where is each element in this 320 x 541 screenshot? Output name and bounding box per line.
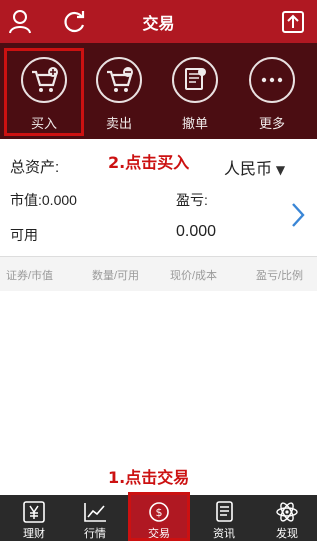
sell-cart-icon	[96, 57, 142, 103]
chart-icon	[84, 503, 106, 522]
available-label: 可用	[10, 227, 38, 243]
trade-highlight-box	[128, 492, 190, 541]
buy-highlight-box	[4, 48, 84, 136]
tab-news[interactable]: 资讯	[193, 495, 255, 541]
available-value: 0.000	[176, 223, 217, 240]
cancel-order-button[interactable]: 撤单	[164, 51, 226, 133]
tab-label: 发现	[276, 528, 298, 540]
cancel-order-label: 撤单	[181, 116, 208, 131]
trade-screen: 交易 买入 卖出 撤单 更多 总资产: 2.点击买入 人民币 ▼ 市值:0.00…	[0, 0, 317, 541]
yen-icon	[23, 501, 45, 523]
holdings-list	[0, 291, 317, 491]
atom-icon	[276, 502, 298, 522]
dropdown-arrow-icon: ▼	[272, 163, 286, 177]
column-header: 现价/成本	[170, 270, 218, 282]
top-bar: 交易	[0, 0, 317, 43]
holdings-table-header: 证券/市值 数量/可用 现价/成本 盈亏/比例	[0, 257, 317, 291]
market-value: 市值:0.000	[10, 192, 77, 208]
more-label: 更多	[258, 116, 285, 131]
sell-button[interactable]: 卖出	[88, 51, 150, 133]
more-icon	[249, 57, 295, 103]
asset-summary: 总资产: 2.点击买入 人民币 ▼ 市值:0.000 盈亏: 可用 0.000	[0, 139, 317, 269]
chevron-right-icon[interactable]	[290, 201, 306, 229]
currency-label: 人民币	[224, 161, 273, 178]
tab-label: 理财	[23, 528, 45, 540]
column-header: 数量/可用	[92, 270, 140, 282]
step2-annotation: 2.点击买入	[108, 153, 190, 172]
cancel-order-icon	[172, 57, 218, 103]
currency-selector[interactable]: 人民币 ▼	[224, 155, 285, 179]
profit-label: 盈亏:	[176, 192, 208, 208]
tab-market[interactable]: 行情	[64, 495, 126, 541]
tab-label: 行情	[84, 528, 106, 540]
news-icon	[216, 501, 233, 522]
tab-discover[interactable]: 发现	[256, 495, 318, 541]
tab-label: 资讯	[213, 528, 235, 540]
tab-finance[interactable]: 理财	[3, 495, 65, 541]
step1-annotation: 1.点击交易	[108, 468, 190, 487]
page-title: 交易	[142, 14, 175, 33]
sell-label: 卖出	[105, 116, 132, 131]
column-header: 证券/市值	[6, 270, 54, 282]
column-header: 盈亏/比例	[256, 270, 304, 282]
share-icon[interactable]	[279, 8, 307, 36]
more-button[interactable]: 更多	[241, 51, 303, 133]
total-assets-label: 总资产:	[10, 159, 60, 176]
